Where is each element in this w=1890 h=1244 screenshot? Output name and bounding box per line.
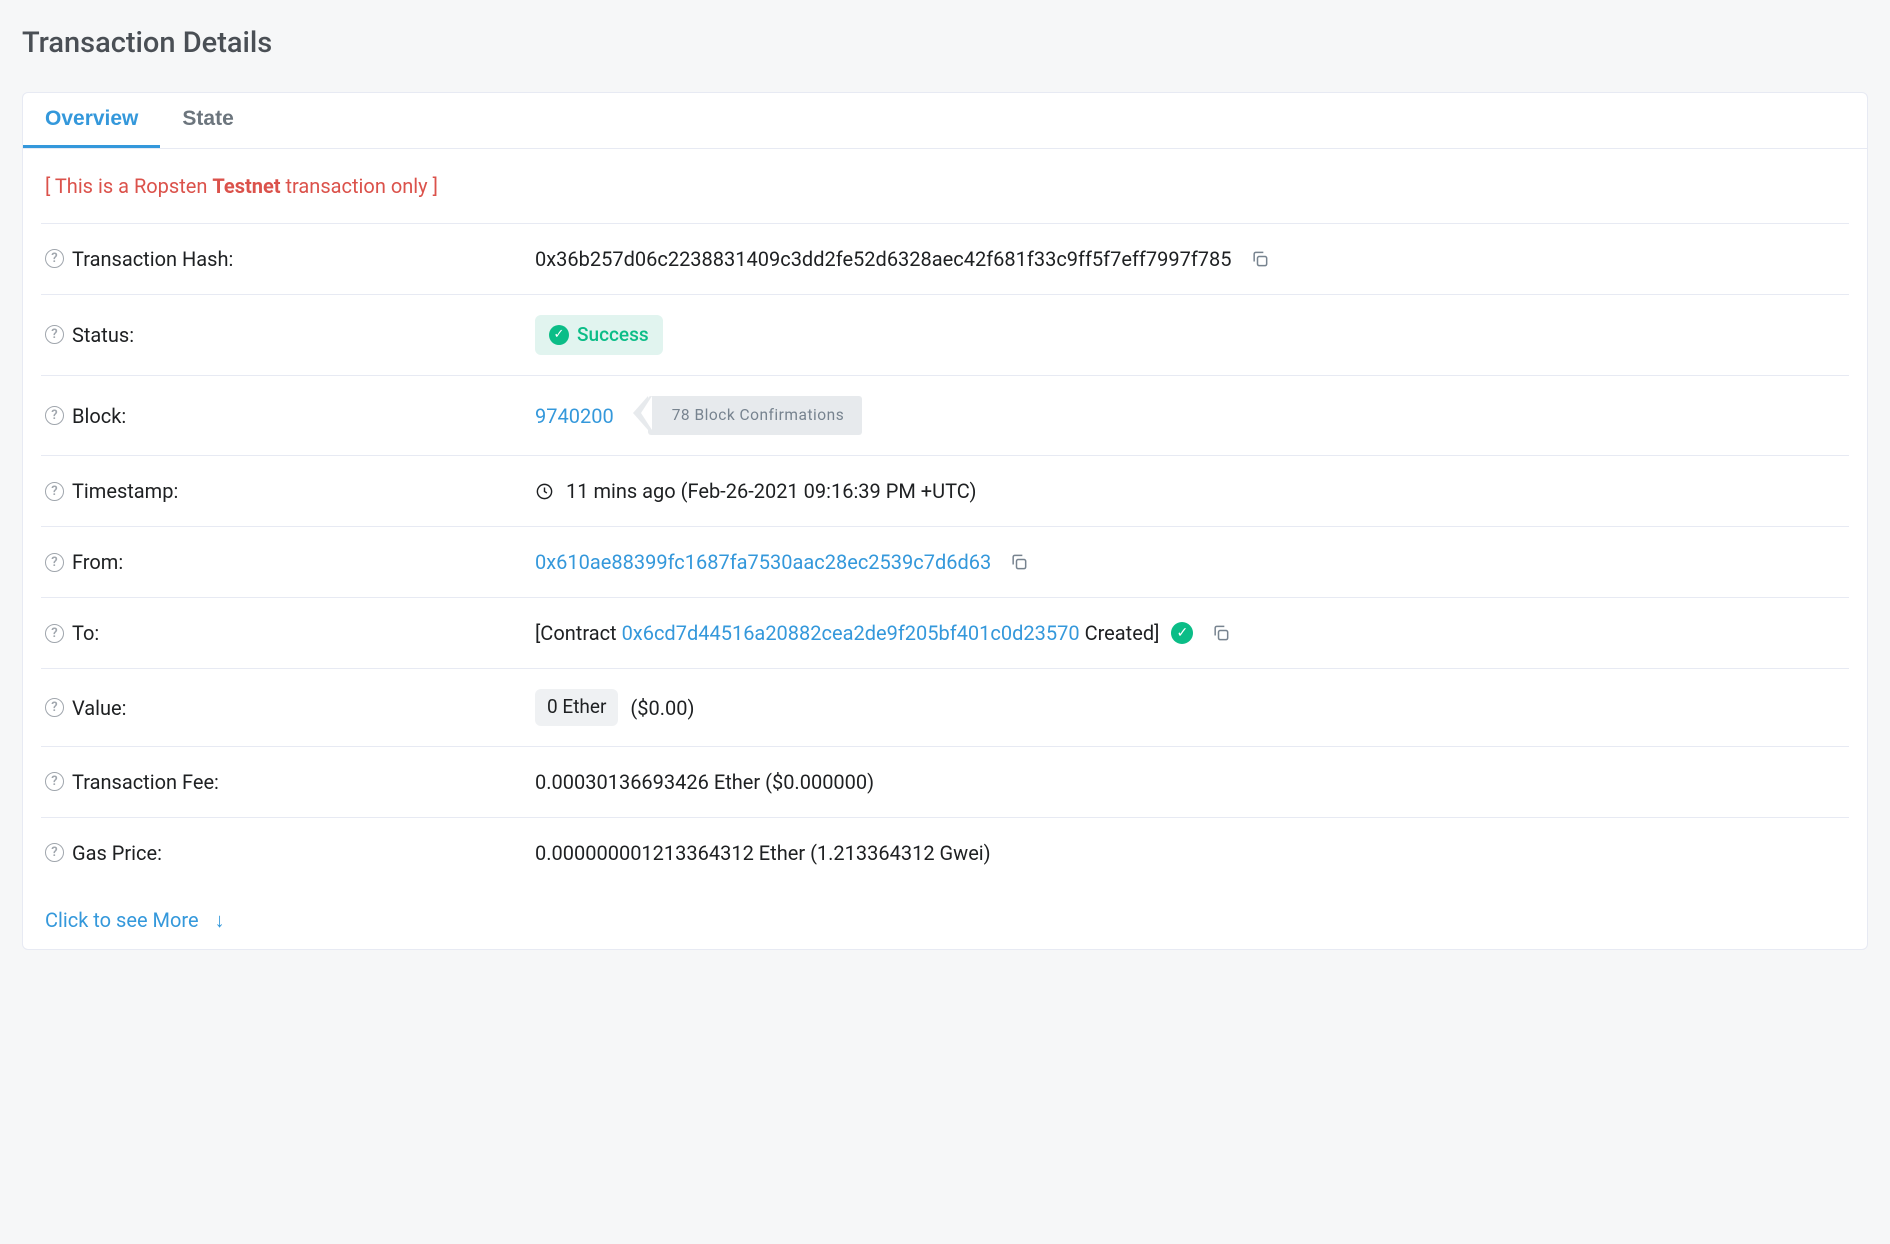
label-gas-price: Gas Price: xyxy=(72,838,162,868)
from-address-link[interactable]: 0x610ae88399fc1687fa7530aac28ec2539c7d6d… xyxy=(535,547,991,577)
label-block: Block: xyxy=(72,401,126,431)
row-block: ? Block: 9740200 78 Block Confirmations xyxy=(41,376,1849,456)
help-icon[interactable]: ? xyxy=(45,249,64,268)
help-icon[interactable]: ? xyxy=(45,843,64,862)
to-prefix: [Contract xyxy=(535,621,622,645)
tab-state[interactable]: State xyxy=(160,93,255,148)
value-timestamp: 11 mins ago (Feb-26-2021 09:16:39 PM +UT… xyxy=(566,476,976,506)
label-value: Value: xyxy=(72,693,127,723)
help-icon[interactable]: ? xyxy=(45,406,64,425)
row-transaction-hash: ? Transaction Hash: 0x36b257d06c22388314… xyxy=(41,224,1849,295)
details-card: Overview State [ This is a Ropsten Testn… xyxy=(22,92,1868,950)
value-transaction-hash: 0x36b257d06c2238831409c3dd2fe52d6328aec4… xyxy=(535,244,1232,274)
label-status: Status: xyxy=(72,320,134,350)
label-transaction-fee: Transaction Fee: xyxy=(72,767,219,797)
tabs: Overview State xyxy=(23,93,1867,149)
value-transaction-fee: 0.00030136693426 Ether ($0.000000) xyxy=(535,767,874,797)
row-from: ? From: 0x610ae88399fc1687fa7530aac28ec2… xyxy=(41,527,1849,598)
value-usd: ($0.00) xyxy=(630,693,694,723)
status-badge: ✓ Success xyxy=(535,315,663,356)
value-gas-price: 0.000000001213364312 Ether (1.213364312 … xyxy=(535,838,991,868)
page-title: Transaction Details xyxy=(22,22,1868,66)
copy-icon[interactable] xyxy=(1211,623,1231,643)
help-icon[interactable]: ? xyxy=(45,772,64,791)
clock-icon xyxy=(535,482,554,501)
block-confirmations-badge: 78 Block Confirmations xyxy=(648,396,863,435)
status-text: Success xyxy=(577,321,649,350)
row-transaction-fee: ? Transaction Fee: 0.00030136693426 Ethe… xyxy=(41,747,1849,818)
help-icon[interactable]: ? xyxy=(45,325,64,344)
row-to: ? To: [Contract 0x6cd7d44516a20882cea2de… xyxy=(41,598,1849,669)
label-from: From: xyxy=(72,547,123,577)
arrow-down-icon: ↓ xyxy=(215,908,225,933)
block-number-link[interactable]: 9740200 xyxy=(535,401,614,431)
testnet-notice-prefix: [ This is a Ropsten xyxy=(45,174,212,198)
copy-icon[interactable] xyxy=(1009,552,1029,572)
check-icon: ✓ xyxy=(549,325,569,345)
verified-icon: ✓ xyxy=(1171,622,1193,644)
label-transaction-hash: Transaction Hash: xyxy=(72,244,233,274)
help-icon[interactable]: ? xyxy=(45,624,64,643)
tab-overview[interactable]: Overview xyxy=(23,93,160,148)
row-timestamp: ? Timestamp: 11 mins ago (Feb-26-2021 09… xyxy=(41,456,1849,527)
see-more-button[interactable]: Click to see More ↓ xyxy=(41,888,229,949)
label-timestamp: Timestamp: xyxy=(72,476,178,506)
help-icon[interactable]: ? xyxy=(45,482,64,501)
testnet-notice: [ This is a Ropsten Testnet transaction … xyxy=(41,149,1849,224)
help-icon[interactable]: ? xyxy=(45,698,64,717)
value-ether-badge: 0 Ether xyxy=(535,689,618,726)
row-gas-price: ? Gas Price: 0.000000001213364312 Ether … xyxy=(41,818,1849,888)
help-icon[interactable]: ? xyxy=(45,553,64,572)
to-suffix: Created] xyxy=(1080,621,1160,645)
testnet-notice-suffix: transaction only ] xyxy=(281,174,438,198)
see-more-label: Click to see More xyxy=(45,908,199,932)
row-status: ? Status: ✓ Success xyxy=(41,295,1849,377)
row-value: ? Value: 0 Ether ($0.00) xyxy=(41,669,1849,747)
copy-icon[interactable] xyxy=(1250,249,1270,269)
label-to: To: xyxy=(72,618,99,648)
to-address-link[interactable]: 0x6cd7d44516a20882cea2de9f205bf401c0d235… xyxy=(622,621,1080,645)
testnet-notice-bold: Testnet xyxy=(212,174,280,198)
